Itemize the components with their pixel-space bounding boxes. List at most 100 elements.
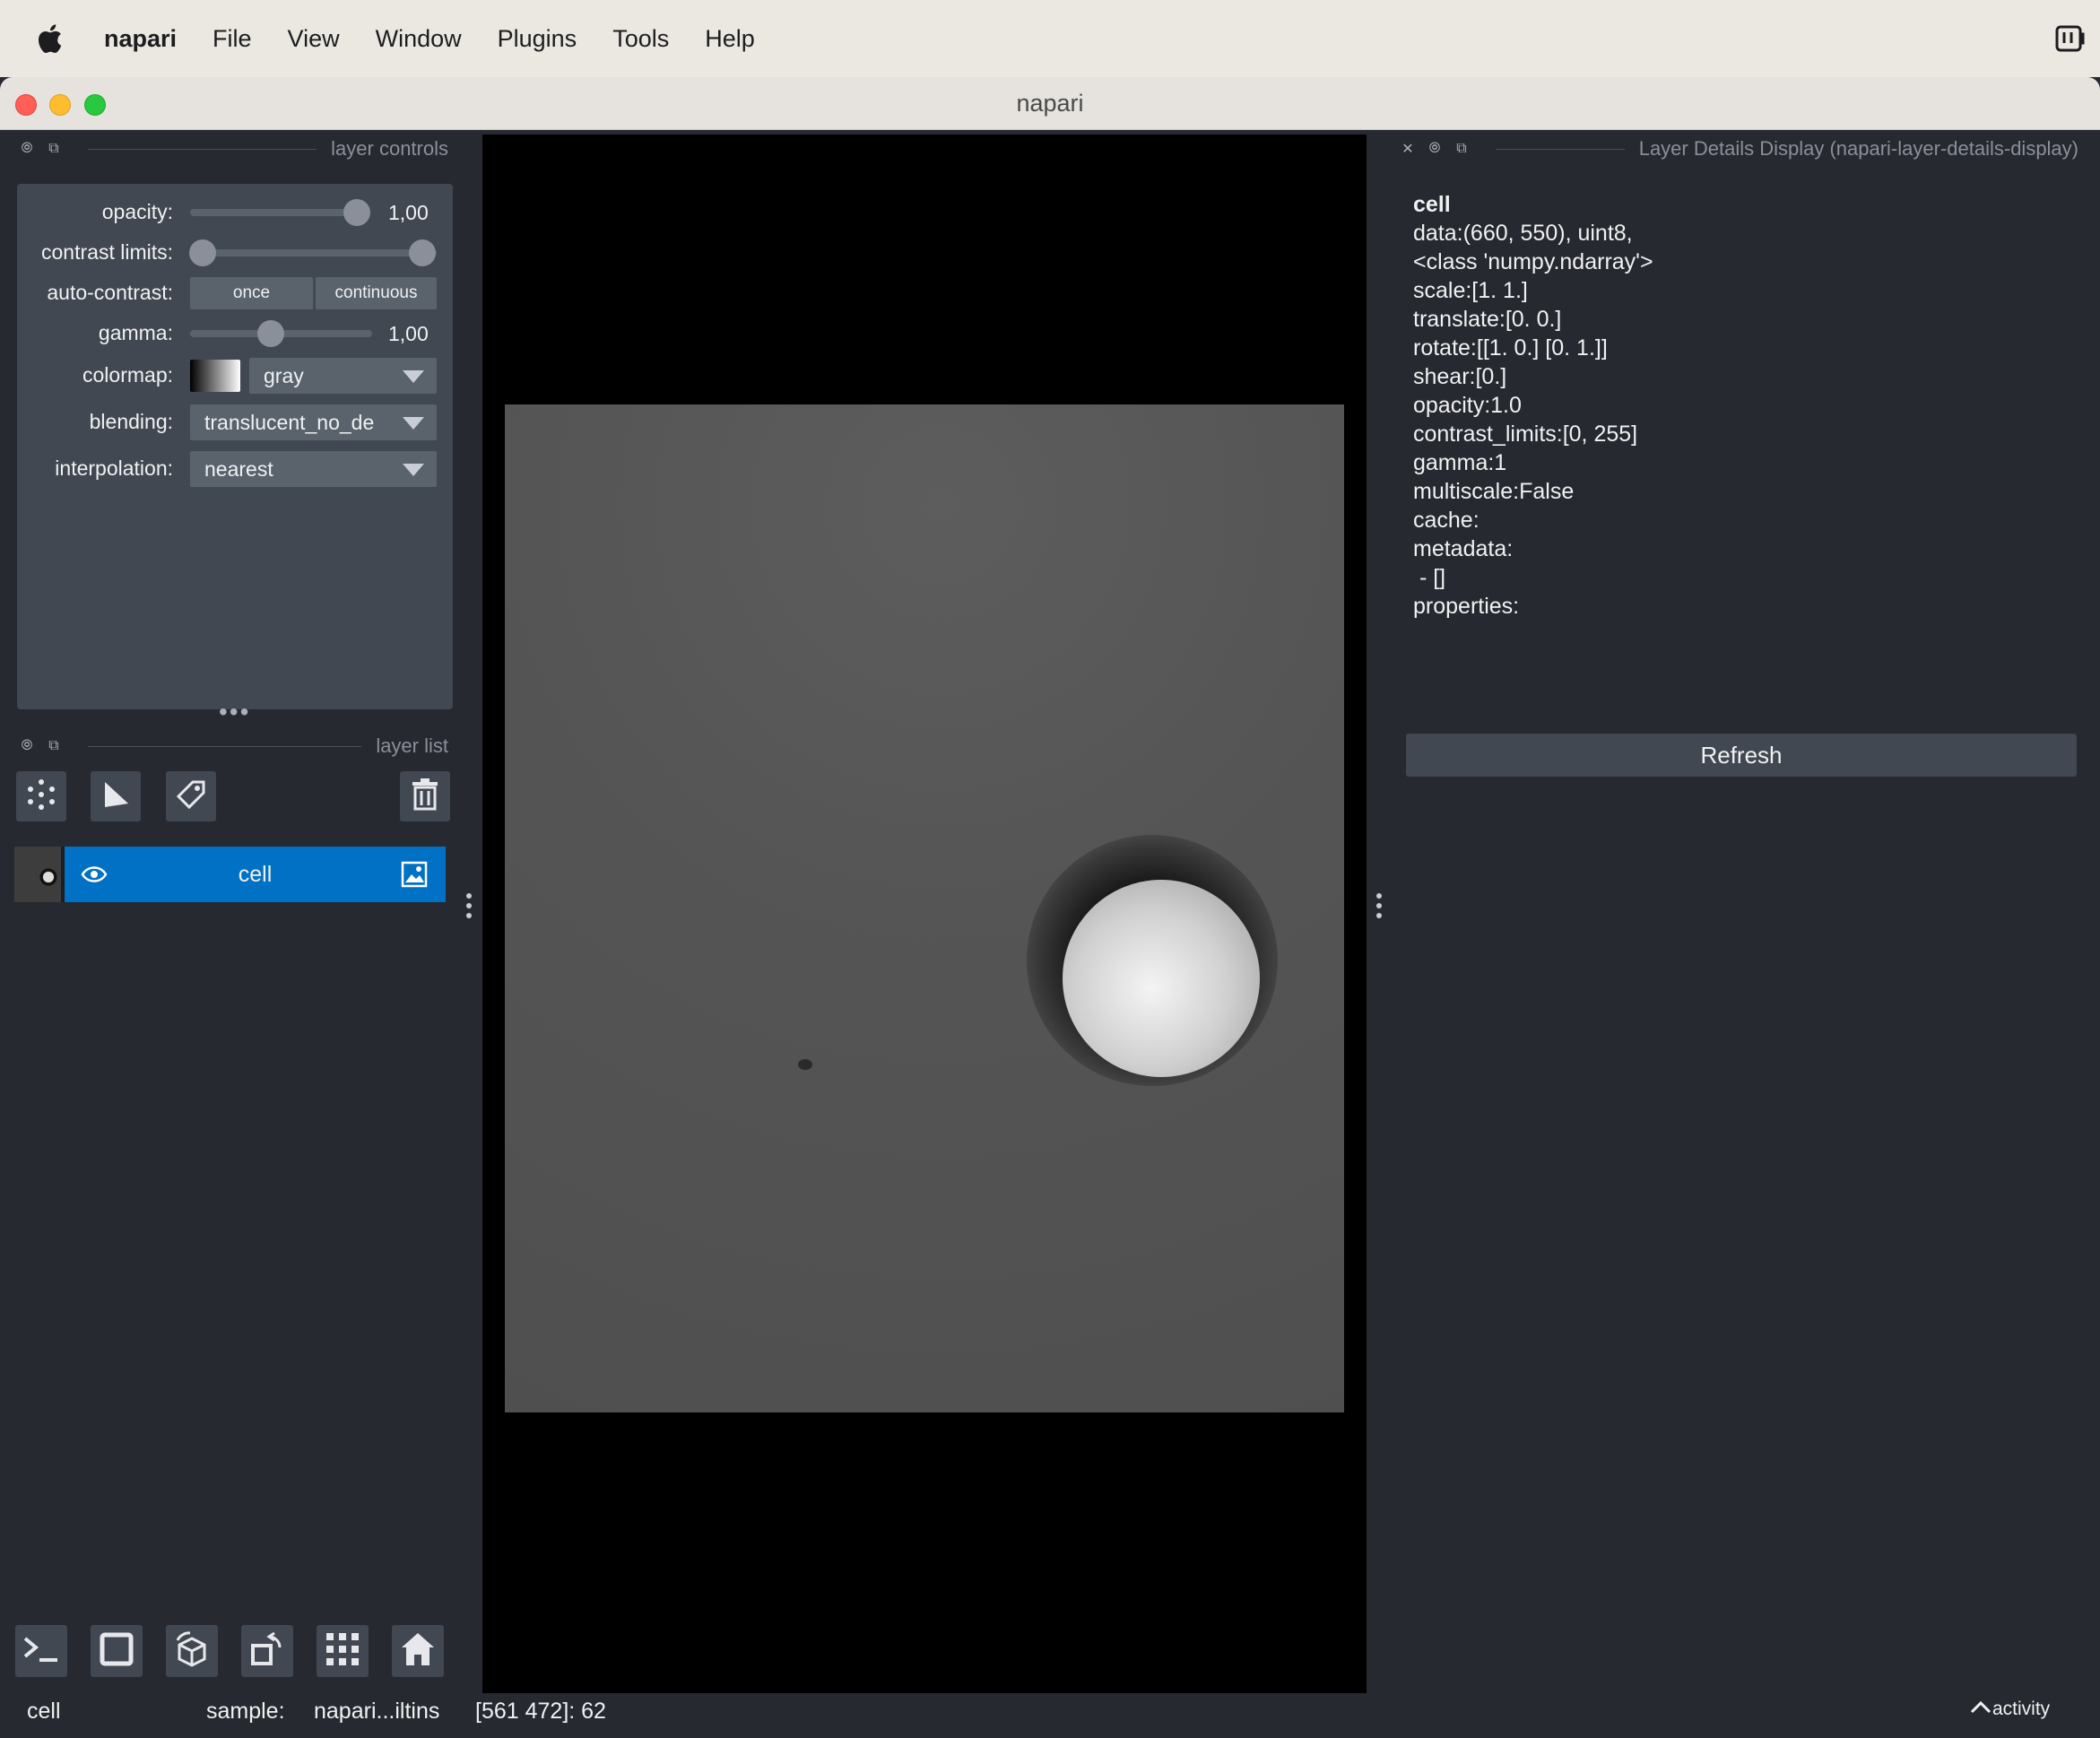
details-line: shear:[0.] (1413, 364, 1507, 389)
window-minimize-button[interactable] (49, 94, 71, 116)
menu-help[interactable]: Help (705, 25, 755, 53)
contrast-max-handle[interactable] (409, 239, 436, 266)
interpolation-label: interpolation: (55, 456, 173, 480)
colormap-row: colormap: gray (17, 358, 453, 394)
grid-view-button[interactable] (317, 1625, 369, 1677)
console-button[interactable] (15, 1625, 67, 1677)
ndisplay-button[interactable] (91, 1625, 143, 1677)
labels-icon (173, 777, 209, 817)
chevron-up-icon (1969, 1699, 1992, 1720)
interpolation-value: nearest (204, 456, 273, 481)
colormap-select[interactable]: gray (249, 358, 437, 394)
delete-layer-button[interactable] (400, 771, 450, 821)
menu-tools[interactable]: Tools (612, 25, 669, 53)
status-coordinates: [561 472]: 62 (475, 1699, 606, 1724)
napari-window: napari ⦾ ⧉ layer controls opacity: 1,00 … (0, 77, 2100, 1738)
status-sample-value: napari...iltins (314, 1699, 440, 1724)
layer-controls-title: layer controls (331, 137, 448, 160)
new-shapes-layer-button[interactable] (91, 771, 141, 821)
panel-resize-handle[interactable]: ••• (219, 698, 250, 726)
home-button[interactable] (392, 1625, 444, 1677)
undock-icon[interactable]: ⧉ (1454, 141, 1469, 156)
layer-list-header: ⦾ ⧉ layer list (20, 730, 448, 762)
auto-contrast-row: auto-contrast: once continuous (17, 275, 453, 311)
2d-3d-toggle-icon (99, 1631, 135, 1672)
details-line: contrast_limits:[0, 255] (1413, 421, 1638, 447)
layer-details-text: cell data:(660, 550), uint8, <class 'num… (1413, 190, 1653, 621)
layer-name[interactable]: cell (239, 862, 273, 888)
layer-controls-header: ⦾ ⧉ layer controls (20, 133, 448, 165)
gamma-slider-handle[interactable] (257, 320, 284, 347)
details-line: cache: (1413, 508, 1480, 533)
layer-item-cell[interactable]: cell (65, 847, 446, 902)
status-menu-icon[interactable] (2052, 20, 2087, 56)
roll-dimensions-button[interactable] (166, 1625, 218, 1677)
details-panel-title: Layer Details Display (napari-layer-deta… (1638, 137, 2078, 160)
layer-controls-panel: opacity: 1,00 contrast limits: auto-cont… (17, 184, 453, 709)
contrast-min-handle[interactable] (189, 239, 216, 266)
window-close-button[interactable] (15, 94, 37, 116)
viewer-canvas[interactable] (482, 135, 1367, 1693)
opacity-slider-handle[interactable] (343, 199, 370, 226)
opacity-value: 1,00 (388, 201, 429, 224)
float-toggle-icon[interactable]: ⦾ (20, 141, 34, 156)
blending-row: blending: translucent_no_de (17, 404, 453, 440)
opacity-row: opacity: 1,00 (17, 195, 453, 230)
image-layer-render (505, 404, 1344, 1412)
status-sample-label: sample: (206, 1699, 285, 1724)
cell-object (1063, 880, 1260, 1077)
right-splitter-handle[interactable] (1375, 893, 1383, 918)
close-icon[interactable]: ✕ (1401, 142, 1415, 157)
details-line: metadata: (1413, 536, 1514, 561)
undock-icon[interactable]: ⧉ (47, 141, 61, 156)
colormap-label: colormap: (82, 363, 173, 387)
image-layer-icon (401, 861, 428, 894)
auto-contrast-continuous-button[interactable]: continuous (316, 277, 437, 309)
auto-contrast-once-button[interactable]: once (190, 277, 313, 309)
menu-app-name[interactable]: napari (104, 25, 177, 53)
window-titlebar: napari (0, 77, 2100, 130)
gamma-row: gamma: 1,00 (17, 316, 453, 352)
new-labels-layer-button[interactable] (166, 771, 216, 821)
menu-window[interactable]: Window (376, 25, 462, 53)
window-maximize-button[interactable] (84, 94, 106, 116)
chevron-down-icon (403, 370, 424, 383)
contrast-limits-slider[interactable] (190, 249, 437, 256)
new-points-layer-button[interactable] (16, 771, 66, 821)
status-layer-name: cell (27, 1699, 61, 1724)
menu-file[interactable]: File (213, 25, 252, 53)
interpolation-select[interactable]: nearest (190, 451, 437, 487)
eye-icon[interactable] (81, 863, 108, 892)
blending-value: translucent_no_de (204, 410, 375, 434)
menu-plugins[interactable]: Plugins (498, 25, 577, 53)
blending-select[interactable]: translucent_no_de (190, 404, 437, 440)
float-toggle-icon[interactable]: ⦾ (20, 738, 34, 753)
header-divider (88, 148, 317, 150)
menu-view[interactable]: View (288, 25, 340, 53)
colormap-value: gray (264, 363, 304, 387)
apple-icon[interactable] (32, 22, 66, 56)
shapes-icon (98, 777, 134, 817)
layer-thumbnail (14, 847, 65, 902)
opacity-label: opacity: (101, 200, 173, 223)
left-splitter-handle[interactable] (465, 893, 473, 918)
grid-icon (323, 1629, 362, 1673)
details-layer-name: cell (1413, 192, 1451, 217)
window-title: napari (1016, 89, 1084, 117)
refresh-button[interactable]: Refresh (1406, 734, 2077, 777)
undock-icon[interactable]: ⧉ (47, 738, 61, 753)
transpose-button[interactable] (241, 1625, 293, 1677)
colormap-preview (190, 360, 240, 392)
auto-contrast-label: auto-contrast: (47, 281, 173, 304)
details-line: gamma:1 (1413, 450, 1507, 475)
details-line: opacity:1.0 (1413, 393, 1522, 418)
activity-label: activity (1992, 1699, 2051, 1719)
contrast-limits-label: contrast limits: (41, 240, 173, 264)
opacity-slider[interactable] (190, 209, 360, 216)
console-icon (22, 1633, 61, 1670)
float-toggle-icon[interactable]: ⦾ (1427, 141, 1442, 156)
system-menu-bar: napari File View Window Plugins Tools He… (0, 0, 2100, 77)
gamma-value: 1,00 (388, 322, 429, 345)
activity-button[interactable]: activity (1969, 1699, 2050, 1720)
contrast-limits-row: contrast limits: (17, 235, 453, 271)
